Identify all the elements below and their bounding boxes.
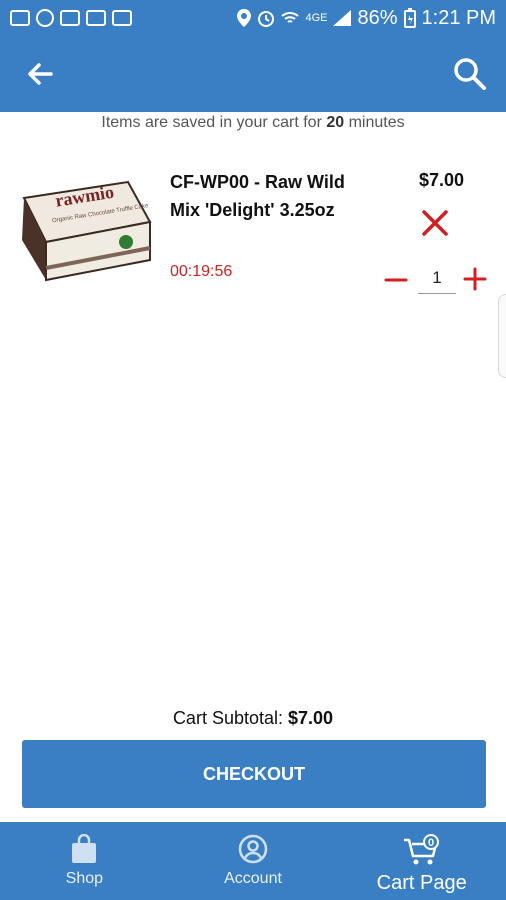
alarm-icon <box>258 11 275 27</box>
cart-subtotal: Cart Subtotal: $7.00 <box>0 708 506 729</box>
wifi-icon <box>281 12 300 23</box>
remove-item-icon[interactable] <box>420 208 450 238</box>
subtotal-label: Cart Subtotal: <box>172 708 283 728</box>
notice-prefix: Items are saved in your cart for <box>101 114 327 131</box>
account-icon <box>238 834 268 864</box>
search-icon[interactable] <box>452 56 488 92</box>
cart-badge-count: 0 <box>428 837 434 849</box>
nav-shop[interactable]: Shop <box>0 822 169 900</box>
product-name: CF-WP00 - Raw Wild Mix 'Delight' 3.25oz <box>170 172 345 220</box>
nav-account-label: Account <box>224 870 282 887</box>
checkout-button[interactable]: CHECKOUT <box>22 740 486 808</box>
shopping-bag-icon <box>72 834 97 863</box>
decrease-quantity-icon[interactable] <box>384 268 408 292</box>
back-arrow-icon[interactable] <box>24 58 56 90</box>
notice-suffix: minutes <box>344 114 405 131</box>
nav-account[interactable]: Account <box>169 822 338 900</box>
nav-cart-label: Cart Page <box>376 872 467 894</box>
item-timer: 00:19:56 <box>170 263 233 280</box>
notice-minutes: 20 <box>326 114 345 131</box>
notification-icons <box>10 9 132 27</box>
nav-cart[interactable]: 0 Cart Page <box>337 822 506 900</box>
outlook-icon <box>86 10 106 26</box>
product-image: rawmio Organic Raw Chocolate Truffle Cak… <box>22 180 152 282</box>
quantity-input[interactable] <box>418 262 456 294</box>
subtotal-value: $7.00 <box>288 708 334 728</box>
whatsapp-icon <box>36 9 54 27</box>
app-bar <box>0 36 506 112</box>
cart-hold-notice: Items are saved in your cart for 20 minu… <box>0 114 506 132</box>
mail-icon <box>10 10 30 26</box>
bottom-nav: Shop Account 0 Cart Page <box>0 822 506 900</box>
status-bar: 4GE 86% 1:21 PM <box>0 0 506 36</box>
location-icon <box>237 9 252 27</box>
edge-panel-handle[interactable] <box>498 294 506 378</box>
item-price: $7.00 <box>418 170 464 190</box>
increase-quantity-icon[interactable] <box>462 266 488 292</box>
signal-icon <box>333 10 352 26</box>
battery-percent: 86% <box>357 6 398 29</box>
cart-icon: 0 <box>403 834 439 865</box>
gallery-icon <box>60 10 80 26</box>
network-type-label: 4GE <box>305 12 328 24</box>
battery-icon <box>403 8 416 28</box>
nav-shop-label: Shop <box>65 870 104 887</box>
outlook-icon-2 <box>112 10 132 26</box>
clock-time: 1:21 PM <box>421 6 496 29</box>
